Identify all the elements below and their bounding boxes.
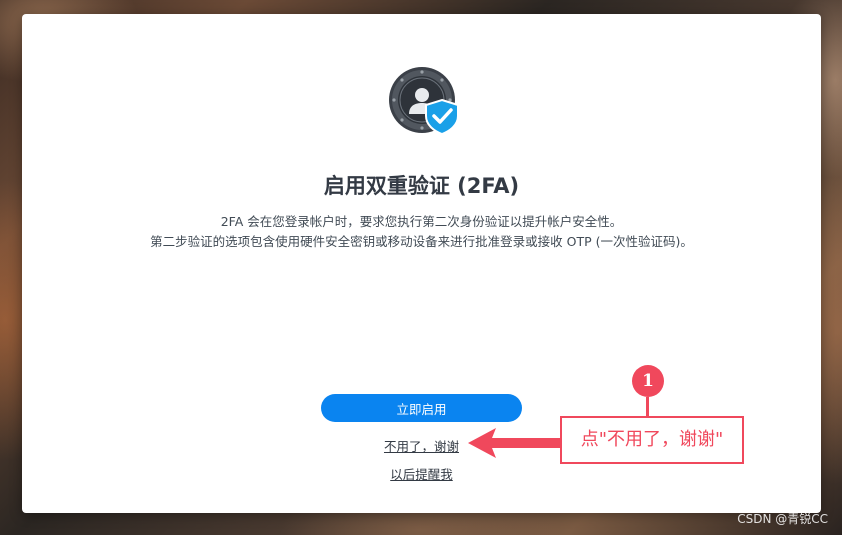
- dialog-description: 2FA 会在您登录帐户时，要求您执行第二次身份验证以提升帐户安全性。 第二步验证…: [22, 212, 821, 252]
- dialog-title: 启用双重验证 (2FA): [323, 174, 520, 198]
- annotation-connector: [646, 397, 649, 417]
- no-thanks-label[interactable]: 不用了，谢谢: [384, 439, 459, 454]
- watermark: CSDN @青锐CC: [737, 512, 828, 526]
- user-shield-icon: [389, 67, 459, 136]
- annotation-callout: 点"不用了，谢谢": [560, 416, 744, 464]
- remind-later-label[interactable]: 以后提醒我: [390, 467, 453, 482]
- step-number-badge: 1: [632, 365, 664, 397]
- description-line-2: 第二步验证的选项包含使用硬件安全密钥或移动设备来进行批准登录或接收 OTP (一…: [150, 234, 693, 249]
- remind-later-link[interactable]: 以后提醒我: [22, 464, 821, 483]
- enable-now-button[interactable]: 立即启用: [321, 394, 522, 422]
- annotation-arrow-icon: [468, 428, 562, 458]
- description-line-1: 2FA 会在您登录帐户时，要求您执行第二次身份验证以提升帐户安全性。: [220, 214, 623, 229]
